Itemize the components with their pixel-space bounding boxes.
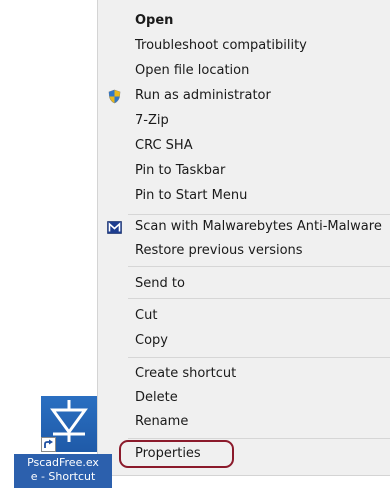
menu-item-troubleshoot-compatibility[interactable]: Troubleshoot compatibility bbox=[98, 34, 390, 58]
desktop-shortcut-icon[interactable]: PscadFree.ex e - Shortcut bbox=[14, 396, 112, 503]
menu-item-label: Open file location bbox=[135, 63, 250, 78]
menu-item-restore-previous-versions[interactable]: Restore previous versions bbox=[98, 239, 390, 263]
menu-item-label: Delete bbox=[135, 390, 178, 405]
caption-line: PscadFree.ex bbox=[27, 456, 99, 469]
menu-item-label: CRC SHA bbox=[135, 138, 193, 153]
menu-item-label: Restore previous versions bbox=[135, 243, 303, 258]
desktop-icon-caption: PscadFree.ex e - Shortcut bbox=[14, 454, 112, 488]
menu-separator bbox=[128, 298, 390, 299]
pscad-app-icon bbox=[41, 396, 97, 452]
menu-separator bbox=[128, 266, 390, 267]
menu-item-rename[interactable]: Rename bbox=[98, 410, 390, 434]
menu-item-crc-sha[interactable]: CRC SHA bbox=[98, 134, 390, 158]
shield-icon bbox=[107, 89, 122, 104]
menu-item-label: Scan with Malwarebytes Anti-Malware bbox=[135, 219, 382, 234]
menu-item-label: Copy bbox=[135, 333, 168, 348]
menu-item-pin-to-taskbar[interactable]: Pin to Taskbar bbox=[98, 159, 390, 183]
menu-item-scan-malwarebytes[interactable]: Scan with Malwarebytes Anti-Malware bbox=[98, 215, 390, 239]
properties-highlight-outline bbox=[119, 440, 234, 468]
menu-item-run-as-administrator[interactable]: Run as administrator bbox=[98, 84, 390, 108]
shortcut-arrow-icon bbox=[41, 437, 56, 452]
menu-item-label: Troubleshoot compatibility bbox=[135, 38, 307, 53]
menu-item-cut[interactable]: Cut bbox=[98, 304, 390, 328]
malwarebytes-icon bbox=[107, 220, 122, 235]
menu-item-label: Pin to Taskbar bbox=[135, 163, 226, 178]
menu-item-delete[interactable]: Delete bbox=[98, 386, 390, 410]
menu-item-label: Create shortcut bbox=[135, 366, 237, 381]
menu-item-open[interactable]: Open bbox=[98, 9, 390, 33]
menu-separator bbox=[128, 438, 390, 439]
menu-item-copy[interactable]: Copy bbox=[98, 329, 390, 353]
menu-item-label: Open bbox=[135, 13, 174, 28]
menu-item-label: Send to bbox=[135, 276, 185, 291]
menu-item-create-shortcut[interactable]: Create shortcut bbox=[98, 362, 390, 386]
menu-separator bbox=[128, 357, 390, 358]
menu-item-label: Pin to Start Menu bbox=[135, 188, 248, 203]
context-menu: Open Troubleshoot compatibility Open fil… bbox=[97, 0, 390, 476]
menu-item-7-zip[interactable]: 7-Zip bbox=[98, 109, 390, 133]
menu-item-pin-to-start-menu[interactable]: Pin to Start Menu bbox=[98, 184, 390, 208]
menu-item-label: Rename bbox=[135, 414, 189, 429]
menu-item-label: Run as administrator bbox=[135, 88, 271, 103]
menu-item-label: Cut bbox=[135, 308, 158, 323]
caption-line: e - Shortcut bbox=[30, 470, 96, 483]
menu-item-send-to[interactable]: Send to bbox=[98, 272, 390, 296]
menu-item-open-file-location[interactable]: Open file location bbox=[98, 59, 390, 83]
menu-item-label: 7-Zip bbox=[135, 113, 169, 128]
